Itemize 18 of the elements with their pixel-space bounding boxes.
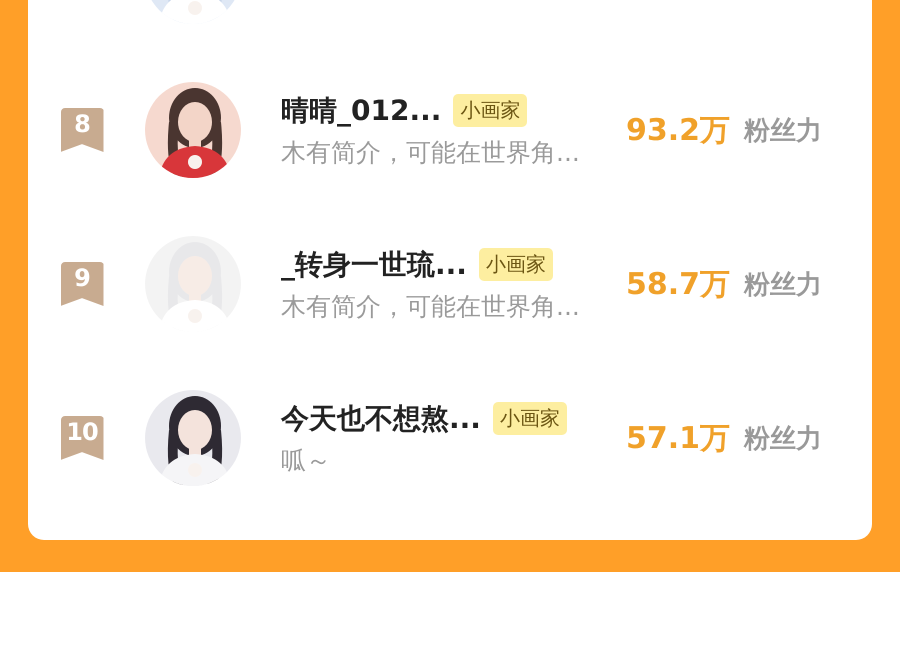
- rank-badge: 10: [60, 416, 104, 460]
- fan-unit: 粉丝力: [744, 114, 822, 148]
- fan-unit: 粉丝力: [744, 422, 822, 456]
- fan-count: 57.1万: [626, 420, 730, 458]
- rank-badge: 9: [60, 262, 104, 306]
- fan-unit: 粉丝力: [744, 268, 822, 302]
- user-bio: 木有简介，可能在世界角...: [281, 136, 581, 168]
- user-name: _转身一世琉...: [281, 246, 467, 283]
- level-tag: 小画家: [453, 94, 528, 127]
- rank-badge: 8: [60, 108, 104, 152]
- fan-count: 58.7万: [626, 266, 730, 304]
- level-tag: 小画家: [492, 402, 567, 435]
- user-name: 今天也不想熬...: [281, 400, 481, 436]
- fan-count: 93.2万: [626, 112, 730, 150]
- user-bio: 呱～: [281, 444, 332, 476]
- level-tag: 小画家: [478, 248, 553, 281]
- user-bio: 木有简介，可能在世界角...: [281, 290, 581, 322]
- user-name: 晴晴_012...: [281, 92, 442, 129]
